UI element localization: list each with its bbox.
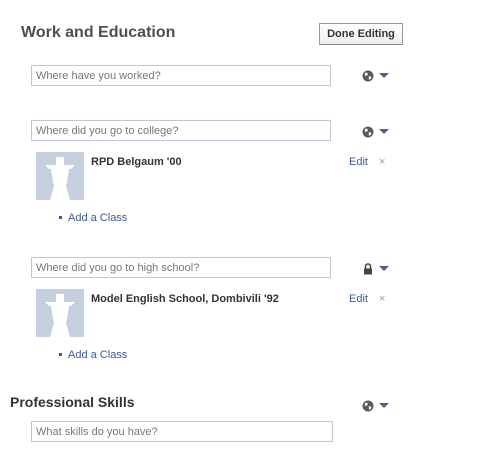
add-class-label: Add a Class bbox=[68, 212, 128, 224]
globe-icon bbox=[362, 69, 374, 82]
lock-icon bbox=[362, 262, 374, 275]
college-privacy-selector[interactable] bbox=[362, 124, 390, 138]
graduation-cap-icon bbox=[36, 289, 84, 337]
skills-input[interactable] bbox=[31, 421, 333, 442]
bullet-icon bbox=[59, 215, 62, 219]
school-photo-high-school[interactable] bbox=[36, 289, 84, 337]
globe-icon bbox=[362, 399, 374, 412]
college-edit-link[interactable]: Edit bbox=[349, 155, 368, 169]
skills-privacy-selector[interactable] bbox=[362, 398, 390, 412]
college-add-class-link[interactable]: Add a Class bbox=[59, 211, 127, 225]
college-name[interactable]: RPD Belgaum '00 bbox=[91, 155, 182, 169]
high-school-edit-link[interactable]: Edit bbox=[349, 292, 368, 306]
college-input[interactable] bbox=[31, 120, 331, 141]
professional-skills-title: Professional Skills bbox=[10, 394, 135, 410]
chevron-down-icon bbox=[379, 129, 389, 134]
school-photo-college[interactable] bbox=[36, 152, 84, 200]
done-editing-button[interactable]: Done Editing bbox=[319, 23, 403, 45]
work-input[interactable] bbox=[31, 65, 331, 86]
add-class-label: Add a Class bbox=[68, 349, 128, 361]
bullet-icon bbox=[59, 352, 62, 356]
work-privacy-selector[interactable] bbox=[362, 68, 390, 82]
high-school-add-class-link[interactable]: Add a Class bbox=[59, 348, 127, 362]
high-school-remove-button[interactable]: × bbox=[379, 292, 385, 306]
chevron-down-icon bbox=[379, 403, 389, 408]
high-school-name[interactable]: Model English School, Dombivili '92 bbox=[91, 292, 279, 306]
globe-icon bbox=[362, 125, 374, 138]
chevron-down-icon bbox=[379, 73, 389, 78]
high-school-privacy-selector[interactable] bbox=[362, 261, 390, 275]
chevron-down-icon bbox=[379, 266, 389, 271]
graduation-cap-icon bbox=[36, 152, 84, 200]
page-title: Work and Education bbox=[21, 24, 176, 41]
college-remove-button[interactable]: × bbox=[379, 155, 385, 169]
high-school-input[interactable] bbox=[31, 257, 331, 278]
